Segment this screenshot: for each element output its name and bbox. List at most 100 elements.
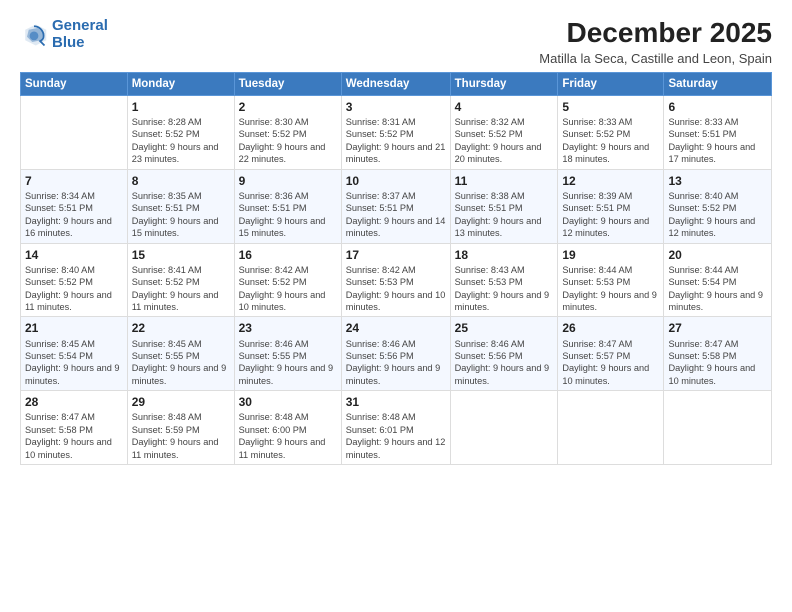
day-detail: Sunrise: 8:47 AMSunset: 5:58 PMDaylight:… <box>668 338 767 388</box>
calendar-cell <box>450 391 558 465</box>
day-number: 5 <box>562 99 659 115</box>
day-detail: Sunrise: 8:45 AMSunset: 5:54 PMDaylight:… <box>25 338 123 388</box>
day-detail: Sunrise: 8:36 AMSunset: 5:51 PMDaylight:… <box>239 190 337 240</box>
calendar-cell: 25 Sunrise: 8:46 AMSunset: 5:56 PMDayligh… <box>450 317 558 391</box>
calendar-cell: 1Sunrise: 8:28 AMSunset: 5:52 PMDaylight… <box>127 95 234 169</box>
day-detail: Sunrise: 8:40 AMSunset: 5:52 PMDaylight:… <box>668 190 767 240</box>
day-detail: Sunrise: 8:32 AMSunset: 5:52 PMDaylight:… <box>455 116 554 166</box>
calendar-cell: 6Sunrise: 8:33 AMSunset: 5:51 PMDaylight… <box>664 95 772 169</box>
day-number: 4 <box>455 99 554 115</box>
calendar-cell <box>558 391 664 465</box>
day-detail: Sunrise: 8:28 AMSunset: 5:52 PMDaylight:… <box>132 116 230 166</box>
col-tuesday: Tuesday <box>234 72 341 95</box>
header: General Blue December 2025 Matilla la Se… <box>20 18 772 66</box>
logo: General Blue <box>20 18 108 51</box>
day-detail: Sunrise: 8:44 AMSunset: 5:53 PMDaylight:… <box>562 264 659 314</box>
day-number: 14 <box>25 247 123 263</box>
calendar-cell: 5Sunrise: 8:33 AMSunset: 5:52 PMDaylight… <box>558 95 664 169</box>
day-number: 21 <box>25 320 123 336</box>
day-number: 26 <box>562 320 659 336</box>
day-detail: Sunrise: 8:34 AMSunset: 5:51 PMDaylight:… <box>25 190 123 240</box>
day-number: 28 <box>25 394 123 410</box>
day-number: 6 <box>668 99 767 115</box>
week-row-4: 21 Sunrise: 8:45 AMSunset: 5:54 PMDayligh… <box>21 317 772 391</box>
day-number: 10 <box>346 173 446 189</box>
calendar-cell: 27 Sunrise: 8:47 AMSunset: 5:58 PMDayligh… <box>664 317 772 391</box>
day-number: 29 <box>132 394 230 410</box>
calendar-cell: 19Sunrise: 8:44 AMSunset: 5:53 PMDayligh… <box>558 243 664 317</box>
calendar-cell <box>21 95 128 169</box>
day-detail: Sunrise: 8:41 AMSunset: 5:52 PMDaylight:… <box>132 264 230 314</box>
day-detail: Sunrise: 8:33 AMSunset: 5:51 PMDaylight:… <box>668 116 767 166</box>
col-monday: Monday <box>127 72 234 95</box>
calendar-cell: 22Sunrise: 8:45 AMSunset: 5:55 PMDayligh… <box>127 317 234 391</box>
calendar-cell: 8Sunrise: 8:35 AMSunset: 5:51 PMDaylight… <box>127 169 234 243</box>
day-number: 7 <box>25 173 123 189</box>
day-detail: Sunrise: 8:46 AMSunset: 5:56 PMDaylight:… <box>346 338 446 388</box>
day-detail: Sunrise: 8:46 AMSunset: 5:56 PMDaylight:… <box>455 338 554 388</box>
day-detail: Sunrise: 8:38 AMSunset: 5:51 PMDaylight:… <box>455 190 554 240</box>
title-area: December 2025 Matilla la Seca, Castille … <box>539 18 772 66</box>
day-number: 27 <box>668 320 767 336</box>
day-number: 15 <box>132 247 230 263</box>
day-detail: Sunrise: 8:44 AMSunset: 5:54 PMDaylight:… <box>668 264 767 314</box>
calendar-cell <box>664 391 772 465</box>
week-row-5: 28Sunrise: 8:47 AMSunset: 5:58 PMDayligh… <box>21 391 772 465</box>
calendar-cell: 13Sunrise: 8:40 AMSunset: 5:52 PMDayligh… <box>664 169 772 243</box>
calendar-cell: 14Sunrise: 8:40 AMSunset: 5:52 PMDayligh… <box>21 243 128 317</box>
day-detail: Sunrise: 8:46 AMSunset: 5:55 PMDaylight:… <box>239 338 337 388</box>
calendar-cell: 16Sunrise: 8:42 AMSunset: 5:52 PMDayligh… <box>234 243 341 317</box>
main-title: December 2025 <box>539 18 772 49</box>
day-detail: Sunrise: 8:47 AMSunset: 5:57 PMDaylight:… <box>562 338 659 388</box>
calendar-cell: 9Sunrise: 8:36 AMSunset: 5:51 PMDaylight… <box>234 169 341 243</box>
col-wednesday: Wednesday <box>341 72 450 95</box>
calendar-cell: 23 Sunrise: 8:46 AMSunset: 5:55 PMDayligh… <box>234 317 341 391</box>
logo-icon <box>20 21 48 49</box>
day-number: 16 <box>239 247 337 263</box>
calendar-cell: 31Sunrise: 8:48 AMSunset: 6:01 PMDayligh… <box>341 391 450 465</box>
calendar-cell: 28Sunrise: 8:47 AMSunset: 5:58 PMDayligh… <box>21 391 128 465</box>
week-row-3: 14Sunrise: 8:40 AMSunset: 5:52 PMDayligh… <box>21 243 772 317</box>
calendar-table: Sunday Monday Tuesday Wednesday Thursday… <box>20 72 772 465</box>
calendar-cell: 3Sunrise: 8:31 AMSunset: 5:52 PMDaylight… <box>341 95 450 169</box>
day-detail: Sunrise: 8:47 AMSunset: 5:58 PMDaylight:… <box>25 411 123 461</box>
day-detail: Sunrise: 8:45 AMSunset: 5:55 PMDaylight:… <box>132 338 230 388</box>
day-number: 12 <box>562 173 659 189</box>
day-detail: Sunrise: 8:48 AMSunset: 5:59 PMDaylight:… <box>132 411 230 461</box>
day-number: 24 <box>346 320 446 336</box>
day-number: 23 <box>239 320 337 336</box>
calendar-cell: 30Sunrise: 8:48 AMSunset: 6:00 PMDayligh… <box>234 391 341 465</box>
col-sunday: Sunday <box>21 72 128 95</box>
calendar-cell: 4Sunrise: 8:32 AMSunset: 5:52 PMDaylight… <box>450 95 558 169</box>
calendar-cell: 29Sunrise: 8:48 AMSunset: 5:59 PMDayligh… <box>127 391 234 465</box>
col-thursday: Thursday <box>450 72 558 95</box>
day-number: 1 <box>132 99 230 115</box>
day-number: 17 <box>346 247 446 263</box>
day-detail: Sunrise: 8:48 AMSunset: 6:01 PMDaylight:… <box>346 411 446 461</box>
day-number: 31 <box>346 394 446 410</box>
col-saturday: Saturday <box>664 72 772 95</box>
calendar-cell: 10Sunrise: 8:37 AMSunset: 5:51 PMDayligh… <box>341 169 450 243</box>
logo-text: General Blue <box>52 18 108 51</box>
day-detail: Sunrise: 8:42 AMSunset: 5:52 PMDaylight:… <box>239 264 337 314</box>
calendar-cell: 15Sunrise: 8:41 AMSunset: 5:52 PMDayligh… <box>127 243 234 317</box>
day-detail: Sunrise: 8:48 AMSunset: 6:00 PMDaylight:… <box>239 411 337 461</box>
day-number: 19 <box>562 247 659 263</box>
week-row-2: 7Sunrise: 8:34 AMSunset: 5:51 PMDaylight… <box>21 169 772 243</box>
day-number: 8 <box>132 173 230 189</box>
day-number: 25 <box>455 320 554 336</box>
calendar-cell: 11Sunrise: 8:38 AMSunset: 5:51 PMDayligh… <box>450 169 558 243</box>
week-row-1: 1Sunrise: 8:28 AMSunset: 5:52 PMDaylight… <box>21 95 772 169</box>
day-number: 20 <box>668 247 767 263</box>
day-detail: Sunrise: 8:30 AMSunset: 5:52 PMDaylight:… <box>239 116 337 166</box>
day-detail: Sunrise: 8:33 AMSunset: 5:52 PMDaylight:… <box>562 116 659 166</box>
calendar-cell: 20Sunrise: 8:44 AMSunset: 5:54 PMDayligh… <box>664 243 772 317</box>
calendar-cell: 17Sunrise: 8:42 AMSunset: 5:53 PMDayligh… <box>341 243 450 317</box>
calendar-header-row: Sunday Monday Tuesday Wednesday Thursday… <box>21 72 772 95</box>
day-number: 9 <box>239 173 337 189</box>
day-number: 30 <box>239 394 337 410</box>
col-friday: Friday <box>558 72 664 95</box>
subtitle: Matilla la Seca, Castille and Leon, Spai… <box>539 51 772 66</box>
page: General Blue December 2025 Matilla la Se… <box>0 0 792 612</box>
calendar-cell: 12Sunrise: 8:39 AMSunset: 5:51 PMDayligh… <box>558 169 664 243</box>
